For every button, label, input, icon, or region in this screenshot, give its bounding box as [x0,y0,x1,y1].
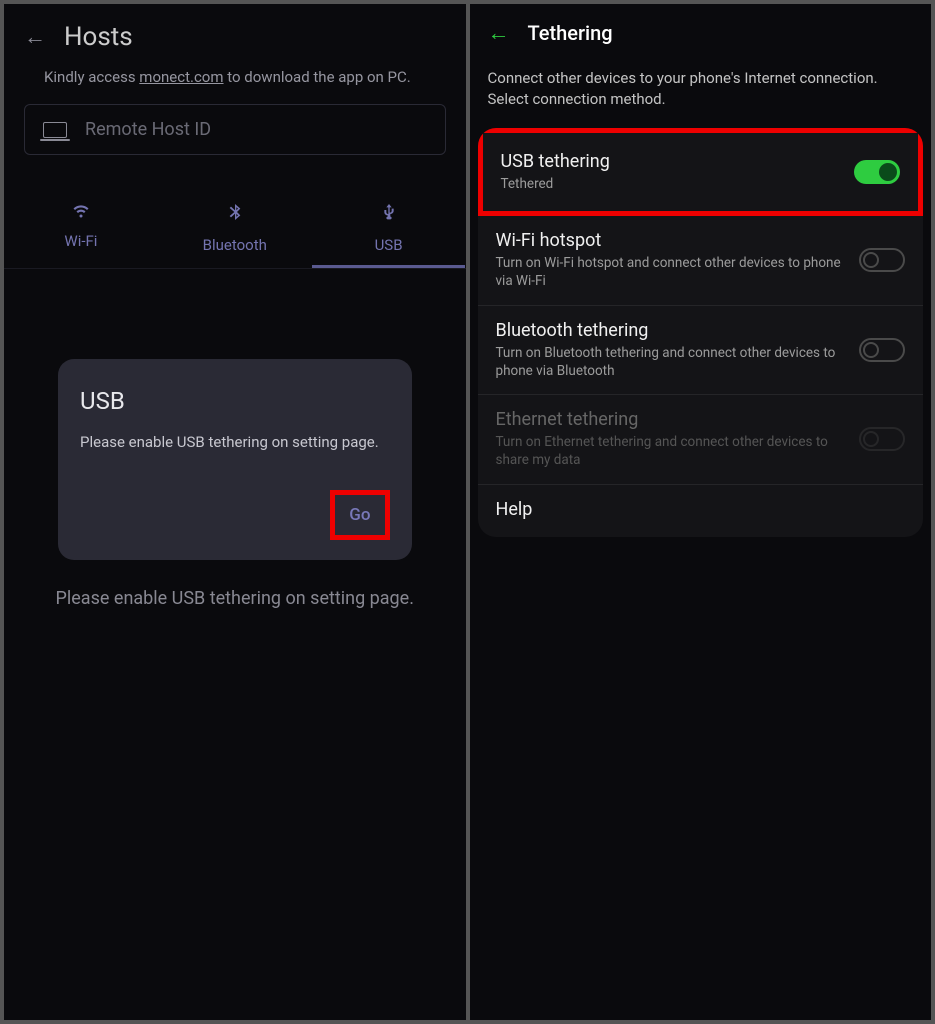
bluetooth-icon [227,201,243,228]
usb-icon [381,201,397,228]
tab-usb[interactable]: USB [312,191,466,268]
subtitle: Kindly access monect.com to download the… [4,60,466,104]
row-wifi-hotspot[interactable]: Wi-Fi hotspot Turn on Wi-Fi hotspot and … [478,216,924,305]
tethering-settings-panel: ← Tethering Connect other devices to you… [470,4,932,1020]
page-title: Hosts [64,22,133,52]
host-id-input[interactable]: Remote Host ID [24,104,446,155]
ethernet-tethering-toggle [859,427,905,451]
back-arrow-icon[interactable]: ← [24,24,46,50]
go-button[interactable]: Go [349,505,370,525]
tethering-header: ← Tethering [470,4,932,56]
connection-tabs: Wi-Fi Bluetooth USB [4,191,466,269]
usb-tethering-toggle[interactable] [854,160,900,184]
back-arrow-icon[interactable]: ← [488,20,510,46]
row-ethernet-tethering: Ethernet tethering Turn on Ethernet teth… [478,395,924,484]
row-usb-tethering[interactable]: USB tethering Tethered [478,128,924,216]
bluetooth-tethering-toggle[interactable] [859,338,905,362]
tab-bluetooth[interactable]: Bluetooth [158,191,312,268]
wifi-icon [70,201,92,224]
laptop-icon [43,122,67,138]
host-id-placeholder: Remote Host ID [85,119,211,140]
tethering-subtitle: Connect other devices to your phone's In… [470,56,932,128]
tab-wifi[interactable]: Wi-Fi [4,191,158,268]
monect-link[interactable]: monect.com [139,68,223,86]
row-help[interactable]: Help [478,485,924,537]
usb-dialog: USB Please enable USB tethering on setti… [58,359,412,560]
page-title: Tethering [528,21,613,45]
hosts-header: ← Hosts [4,4,466,60]
hosts-app-panel: ← Hosts Kindly access monect.com to down… [4,4,466,1020]
wifi-hotspot-toggle[interactable] [859,248,905,272]
bottom-hint: Please enable USB tethering on setting p… [4,560,466,637]
tethering-list: USB tethering Tethered Wi-Fi hotspot Tur… [478,128,924,537]
go-button-highlight: Go [330,490,389,540]
row-bluetooth-tethering[interactable]: Bluetooth tethering Turn on Bluetooth te… [478,306,924,395]
dialog-message: Please enable USB tethering on setting p… [80,431,390,454]
dialog-title: USB [80,387,390,415]
